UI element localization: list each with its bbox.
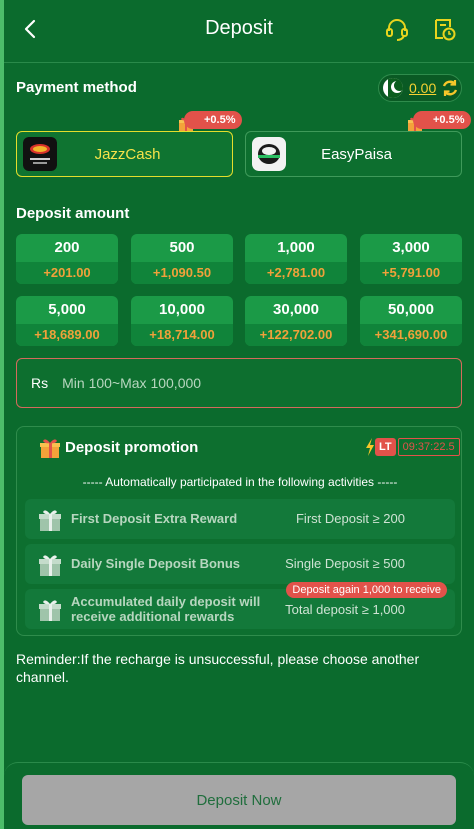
amount-bonus: +341,690.00 <box>360 324 462 346</box>
clock-document-icon <box>435 19 456 41</box>
reminder-text: Reminder:If the recharge is unsuccessful… <box>16 651 420 685</box>
headset-icon <box>386 19 408 41</box>
support-button[interactable] <box>384 16 410 42</box>
amount-bonus: +201.00 <box>16 262 118 284</box>
amount-input-box: Rs <box>16 358 462 408</box>
footer: Deposit Now <box>4 762 474 829</box>
easypaisa-logo-icon <box>252 137 286 171</box>
amount-input[interactable] <box>62 375 423 391</box>
payment-method-label: JazzCash <box>94 145 161 163</box>
currency-label: Rs <box>31 375 49 391</box>
balance-pill[interactable]: 0.00 <box>378 74 462 102</box>
deposit-promotion-panel: Deposit promotion LT 09:37:22.5 ----- Au… <box>16 426 462 636</box>
gift-box-icon <box>39 555 61 576</box>
gift-box-icon <box>39 600 61 621</box>
history-button[interactable] <box>432 16 458 42</box>
amount-value: 10,000 <box>159 301 205 318</box>
amount-bonus: +18,689.00 <box>16 324 118 346</box>
amount-option[interactable]: 5,000 +18,689.00 <box>16 296 118 346</box>
gift-box-icon <box>39 510 61 531</box>
promotion-condition: Single Deposit ≥ 500 <box>285 556 405 571</box>
jazzcash-logo-icon <box>23 137 57 171</box>
amount-option[interactable]: 30,000 +122,702.00 <box>245 296 347 346</box>
payment-method-label: EasyPaisa <box>321 145 392 163</box>
deposit-amount-title: Deposit amount <box>16 205 130 222</box>
promotion-title: Deposit promotion <box>65 439 199 456</box>
limited-time-label: LT <box>375 438 396 456</box>
amount-option[interactable]: 1,000 +2,781.00 <box>245 234 347 284</box>
promotion-subtitle: ----- Automatically participated in the … <box>82 475 398 489</box>
easypaisa-bonus-tag: +0.5% <box>413 111 471 129</box>
amount-option[interactable]: 200 +201.00 <box>16 234 118 284</box>
amount-value: 200 <box>54 239 80 256</box>
promotion-row[interactable]: Daily Single Deposit Bonus Single Deposi… <box>25 544 455 584</box>
amount-bonus: +1,090.50 <box>131 262 233 284</box>
deposit-again-tag: Deposit again 1,000 to receive <box>286 582 447 598</box>
countdown-timer: 09:37:22.5 <box>397 438 460 456</box>
amount-value: 30,000 <box>273 301 319 318</box>
header: Deposit <box>4 0 474 60</box>
promotion-row[interactable]: First Deposit Extra Reward First Deposit… <box>25 499 455 539</box>
jazzcash-bonus-tag: +0.5% <box>184 111 242 129</box>
amount-value: 5,000 <box>48 301 86 318</box>
header-divider <box>4 62 474 63</box>
refresh-icon[interactable] <box>440 78 460 98</box>
promotion-row[interactable]: Accumulated daily deposit will receive a… <box>25 582 455 629</box>
promotion-name: First Deposit Extra Reward <box>71 511 238 526</box>
promotion-condition: Total deposit ≥ 1,000 <box>285 602 405 617</box>
payment-method-jazzcash[interactable]: JazzCash <box>16 131 233 177</box>
amount-option[interactable]: 50,000 +341,690.00 <box>360 296 462 346</box>
amount-option[interactable]: 3,000 +5,791.00 <box>360 234 462 284</box>
amount-bonus: +5,791.00 <box>360 262 462 284</box>
promotion-condition: First Deposit ≥ 200 <box>295 511 405 526</box>
amount-bonus: +18,714.00 <box>131 324 233 346</box>
payment-method-title: Payment method <box>16 79 137 96</box>
gift-icon <box>40 439 60 458</box>
amount-option[interactable]: 10,000 +18,714.00 <box>131 296 233 346</box>
amount-value: 500 <box>169 239 195 256</box>
limited-time-badge: LT 09:37:22.5 <box>365 437 460 457</box>
balance-value: 0.00 <box>409 80 437 96</box>
promotion-name: Accumulated daily deposit will receive a… <box>71 594 261 624</box>
amount-value: 3,000 <box>392 239 430 256</box>
amount-bonus: +122,702.00 <box>245 324 347 346</box>
deposit-now-button[interactable]: Deposit Now <box>22 775 456 825</box>
promotion-name: Daily Single Deposit Bonus <box>71 556 241 571</box>
payment-method-easypaisa[interactable]: EasyPaisa <box>245 131 462 177</box>
amount-option[interactable]: 500 +1,090.50 <box>131 234 233 284</box>
amount-bonus: +2,781.00 <box>245 262 347 284</box>
pakistan-flag-icon <box>383 78 403 98</box>
lightning-icon <box>366 438 374 456</box>
left-frame-border <box>0 0 4 829</box>
amount-value: 1,000 <box>277 239 315 256</box>
amount-value: 50,000 <box>388 301 434 318</box>
